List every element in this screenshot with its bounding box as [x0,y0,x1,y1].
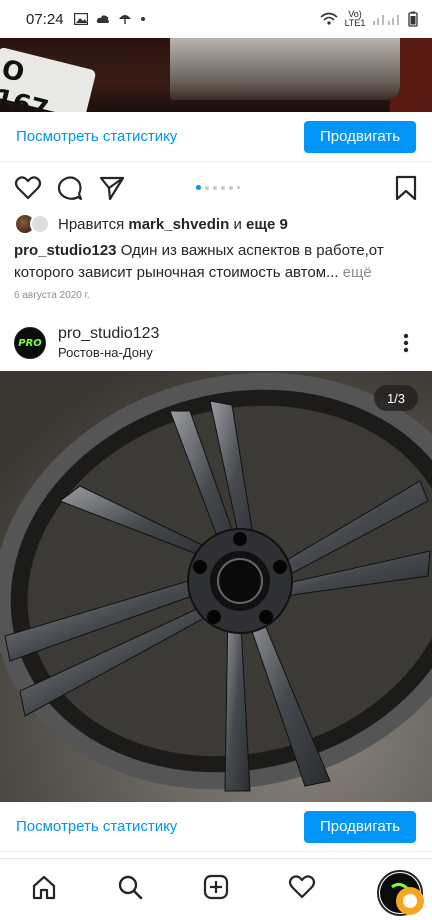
likes-conjunction: и [233,215,242,233]
author-avatar[interactable]: PRO [14,327,46,359]
likes-others[interactable]: еще 9 [246,216,288,233]
previous-post-photo[interactable]: O 167 [0,38,432,112]
post-header: PRO pro_studio123 Ростов-на-Дону [0,322,432,366]
bookmark-icon[interactable] [392,174,420,202]
caption-more-link[interactable]: ещё [343,264,372,281]
carousel-indicator [196,185,240,190]
network-label: Vo) LTE1 [344,9,366,28]
post-caption: pro_studio123 Один из важных аспектов в … [14,240,418,284]
cloud-icon [96,15,109,23]
image-counter: 1/3 [374,385,418,411]
bottom-navigation [0,858,432,920]
promo-bar-top: Посмотреть статистику Продвигать [0,112,432,162]
status-time: 07:24 [26,10,64,28]
liker-username[interactable]: mark_shvedin [128,216,229,233]
activity-icon[interactable] [288,873,316,901]
share-icon[interactable] [98,174,126,202]
signal-icon [373,15,399,25]
caption-username[interactable]: pro_studio123 [14,242,117,259]
likes-row[interactable]: Нравится mark_shvedin и еще 9 [14,213,288,235]
carousel-dot [237,186,240,189]
profile-avatar[interactable] [374,865,428,919]
home-icon[interactable] [30,873,58,901]
post-actions [0,170,432,206]
carousel-dot [229,185,233,190]
post-date: 6 августа 2020 г. [14,290,90,301]
carousel-dot [205,185,209,190]
battery-icon [408,11,418,27]
promote-button[interactable]: Продвигать [304,810,416,843]
promote-button[interactable]: Продвигать [304,120,416,153]
image-icon [73,13,88,25]
likes-prefix: Нравится [58,215,125,233]
likes-text: Нравится mark_shvedin и еще 9 [58,216,288,233]
carousel-dot [213,185,217,190]
license-plate: O 167 [0,46,97,112]
new-post-icon[interactable] [202,873,230,901]
more-options-icon[interactable] [400,332,412,354]
umbrella-icon [118,15,131,24]
view-stats-link[interactable]: Посмотреть статистику [16,818,177,835]
car-taillight [170,38,400,100]
view-stats-link[interactable]: Посмотреть статистику [16,128,177,145]
wifi-icon [320,12,338,25]
heart-icon[interactable] [14,174,42,202]
comment-icon[interactable] [56,174,84,202]
status-bar: 07:24 Vo) LTE1 [0,0,432,38]
dot-icon [140,17,145,21]
post-location[interactable]: Ростов-на-Дону [58,345,153,360]
post-photo[interactable]: 1/3 [0,371,432,802]
search-icon[interactable] [116,873,144,901]
carousel-dot [196,185,201,190]
carousel-dot [221,185,225,190]
author-username[interactable]: pro_studio123 [58,325,159,343]
avatar-logo-text: PRO [18,337,42,349]
promo-bar-bottom: Посмотреть статистику Продвигать [0,802,432,852]
wheel-image [0,371,432,802]
liker-avatar [30,214,50,234]
